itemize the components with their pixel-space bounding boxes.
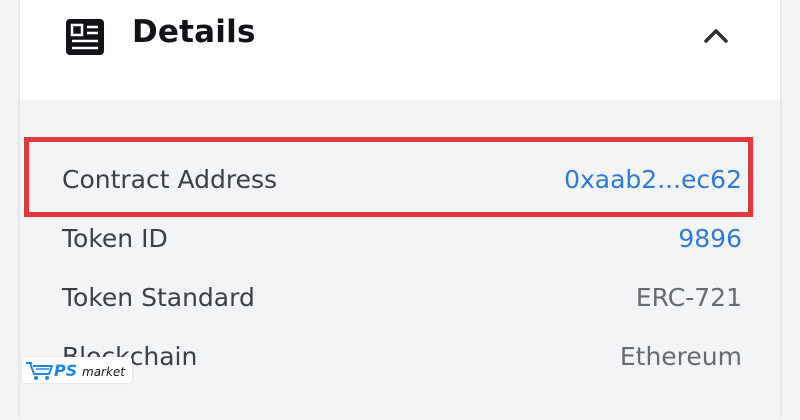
token-standard-value: ERC-721	[635, 283, 742, 312]
details-list-icon	[66, 19, 104, 55]
detail-row-token-id: Token ID 9896	[44, 212, 742, 268]
shopping-cart-icon	[26, 362, 53, 380]
watermark-brand: PS	[54, 361, 77, 380]
detail-row-blockchain: Blockchain Ethereum	[44, 330, 742, 386]
details-header[interactable]: Details	[20, 0, 780, 102]
watermark-logo: PS market	[22, 357, 132, 383]
detail-label: Token Standard	[62, 283, 255, 312]
details-title: Details	[132, 14, 256, 50]
chevron-up-icon[interactable]	[696, 18, 736, 52]
detail-row-token-standard: Token Standard ERC-721	[44, 271, 742, 327]
blockchain-value: Ethereum	[619, 342, 742, 371]
watermark-text: market	[82, 365, 126, 379]
detail-label: Token ID	[62, 224, 168, 253]
highlight-box	[24, 137, 753, 217]
token-id-link[interactable]: 9896	[678, 222, 742, 256]
